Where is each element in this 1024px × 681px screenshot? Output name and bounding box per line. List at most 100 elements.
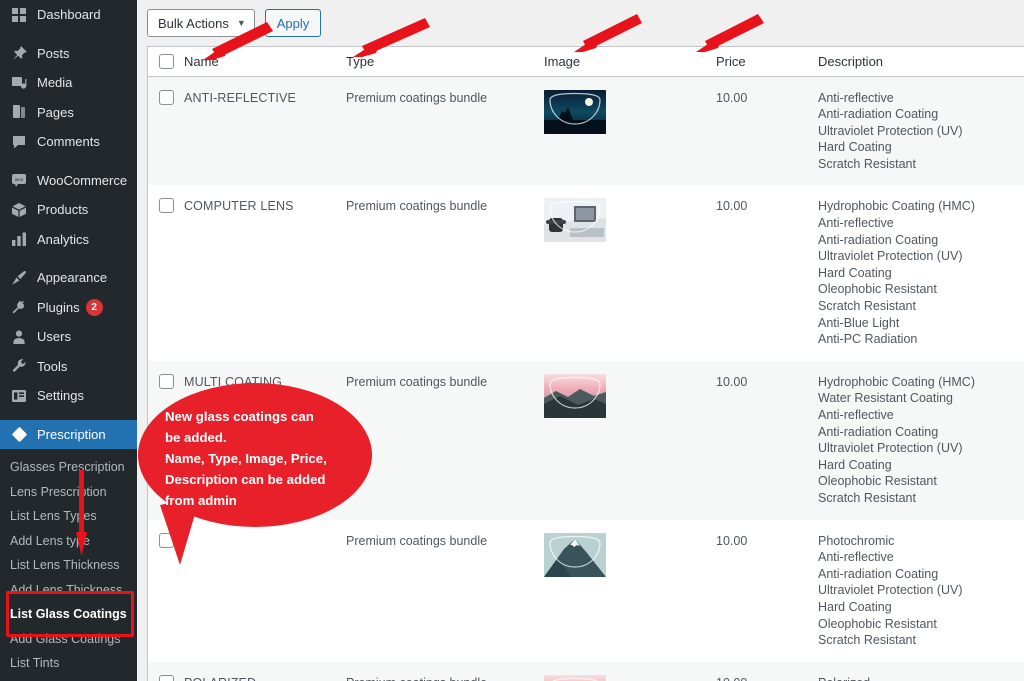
cell-type: Premium coatings bundle	[346, 519, 544, 662]
description-line: Hard Coating	[818, 599, 892, 614]
bulk-actions-select[interactable]: Bulk Actions ▼	[147, 9, 255, 37]
row-checkbox[interactable]	[159, 373, 174, 389]
submenu-item-list-glass-coatings[interactable]: List Glass Coatings	[0, 602, 137, 627]
sidebar-item-label: Prescription	[37, 426, 106, 442]
sidebar-item-label: Dashboard	[37, 7, 101, 23]
description-line: Ultraviolet Protection (UV)	[818, 123, 963, 138]
row-checkbox[interactable]	[159, 532, 174, 548]
description-line: Anti-radiation Coating	[818, 107, 939, 122]
cell-description: Photochromic Anti-reflective Anti-radiatio…	[818, 519, 1024, 662]
description-line: Hydrophobic Coating (HMC)	[818, 374, 976, 389]
cell-price: 10.00	[716, 661, 818, 681]
sidebar-item-settings[interactable]: Settings	[0, 381, 137, 411]
sidebar-item-media[interactable]: Media	[0, 68, 137, 98]
main-content-area: Bulk Actions ▼ Apply Name Type Image Pri…	[137, 0, 1024, 681]
cell-name[interactable]: COMPUTER LENS	[184, 185, 346, 361]
description-line: Oleophobic Resistant	[818, 616, 937, 631]
submenu-item-add-lens-type[interactable]: Add Lens type	[0, 529, 137, 554]
description-line: Scratch Resistant	[818, 299, 916, 314]
select-all-checkbox[interactable]	[159, 53, 174, 69]
coating-thumbnail	[544, 674, 606, 681]
column-header-description[interactable]: Description	[818, 47, 1024, 77]
sidebar-item-posts[interactable]: Posts	[0, 39, 137, 69]
column-header-name[interactable]: Name	[184, 47, 346, 77]
sidebar-menu-list: Dashboard Posts Media Pages Comments woo WooCo…	[0, 0, 137, 676]
sliders-icon	[9, 386, 29, 406]
column-header-image[interactable]: Image	[544, 47, 716, 77]
sidebar-item-comments[interactable]: Comments	[0, 127, 137, 157]
prescription-icon	[9, 424, 29, 444]
coating-thumbnail	[544, 532, 606, 577]
row-checkbox[interactable]	[159, 198, 174, 214]
plug-icon	[9, 297, 29, 317]
cell-description: PolarizedWater Resistant CoatingAnti-ref…	[818, 661, 1024, 681]
table-row: COMPUTER LENS Premium coatings bundle 10.0…	[148, 185, 1024, 361]
glass-coatings-table-container: Name Type Image Price Description ANTI-R…	[147, 46, 1024, 681]
box-icon	[9, 200, 29, 220]
submenu-item-label: Lens Prescription	[10, 484, 107, 499]
sidebar-item-appearance[interactable]: Appearance	[0, 263, 137, 293]
select-all-header	[148, 47, 184, 77]
sidebar-item-tools[interactable]: Tools	[0, 352, 137, 382]
sidebar-item-products[interactable]: Products	[0, 195, 137, 225]
submenu-item-add-lens-thickness[interactable]: Add Lens Thickness	[0, 578, 137, 603]
cell-image	[544, 360, 716, 520]
coating-thumbnail	[544, 198, 606, 243]
coating-thumbnail	[544, 373, 606, 418]
table-body: ANTI-REFLECTIVE Premium coatings bundle 10…	[148, 76, 1024, 681]
sidebar-item-label: WooCommerce	[37, 172, 128, 188]
cell-type: Premium coatings bundle	[346, 661, 544, 681]
table-head: Name Type Image Price Description	[148, 47, 1024, 77]
submenu-item-label: Add Lens Thickness	[10, 582, 123, 597]
row-checkbox[interactable]	[159, 89, 174, 105]
row-checkbox[interactable]	[159, 674, 174, 681]
cell-name[interactable]: ANTI-REFLECTIVE	[184, 76, 346, 186]
description-line: Hard Coating	[818, 140, 892, 155]
description-line: Water Resistant Coating	[818, 391, 954, 406]
table-row: MULTI COATING Premium coatings bundle 10.0…	[148, 360, 1024, 520]
sidebar-item-dashboard[interactable]: Dashboard	[0, 0, 137, 30]
cell-type: Premium coatings bundle	[346, 185, 544, 361]
cell-description: Hydrophobic Coating (HMC) Water Resistant…	[818, 360, 1024, 520]
description-line: Anti-radiation Coating	[818, 424, 939, 439]
submenu-item-add-glass-coatings[interactable]: Add Glass Coatings	[0, 627, 137, 652]
description-line: Anti-radiation Coating	[818, 232, 939, 247]
sidebar-item-pages[interactable]: Pages	[0, 98, 137, 128]
description-line: Ultraviolet Protection (UV)	[818, 441, 963, 456]
admin-sidebar: Dashboard Posts Media Pages Comments woo WooCo…	[0, 0, 137, 681]
submenu-item-list-lens-types[interactable]: List Lens Types	[0, 504, 137, 529]
description-line: Scratch Resistant	[818, 490, 916, 505]
description-line: Hydrophobic Coating (HMC)	[818, 199, 976, 214]
submenu-item-list-tints[interactable]: List Tints	[0, 651, 137, 676]
column-header-type[interactable]: Type	[346, 47, 544, 77]
wrench-icon	[9, 356, 29, 376]
apply-button[interactable]: Apply	[264, 9, 322, 37]
column-header-price[interactable]: Price	[716, 47, 818, 77]
brush-icon	[9, 268, 29, 288]
glass-coatings-table: Name Type Image Price Description ANTI-R…	[148, 47, 1024, 681]
submenu-item-label: List Lens Types	[10, 509, 97, 524]
sidebar-item-label: Comments	[37, 134, 100, 150]
user-icon	[9, 327, 29, 347]
pin-icon	[9, 43, 29, 63]
cell-price: 10.00	[716, 185, 818, 361]
submenu-item-lens-prescription[interactable]: Lens Prescription	[0, 480, 137, 505]
sidebar-item-users[interactable]: Users	[0, 322, 137, 352]
submenu-item-glasses-prescription[interactable]: Glasses Prescription	[0, 455, 137, 480]
sidebar-item-analytics[interactable]: Analytics	[0, 225, 137, 255]
cell-type: Premium coatings bundle	[346, 76, 544, 186]
cell-name[interactable]: MULTI COATING	[184, 360, 346, 520]
description-line: Anti-reflective	[818, 550, 894, 565]
sidebar-item-plugins[interactable]: Plugins 2	[0, 293, 137, 323]
sidebar-item-label: Products	[37, 202, 89, 218]
sidebar-item-label: Posts	[37, 45, 70, 61]
sidebar-item-woocommerce[interactable]: woo WooCommerce	[0, 166, 137, 196]
sidebar-item-label: Plugins	[37, 299, 80, 315]
sidebar-item-prescription[interactable]: Prescription	[0, 419, 137, 449]
description-line: Polarized	[818, 675, 1024, 681]
submenu-item-list-lens-thickness[interactable]: List Lens Thickness	[0, 553, 137, 578]
sidebar-separator	[0, 411, 137, 420]
cell-name[interactable]: POLARIZED	[184, 661, 346, 681]
description-line: Oleophobic Resistant	[818, 282, 937, 297]
cell-name[interactable]	[184, 519, 346, 662]
